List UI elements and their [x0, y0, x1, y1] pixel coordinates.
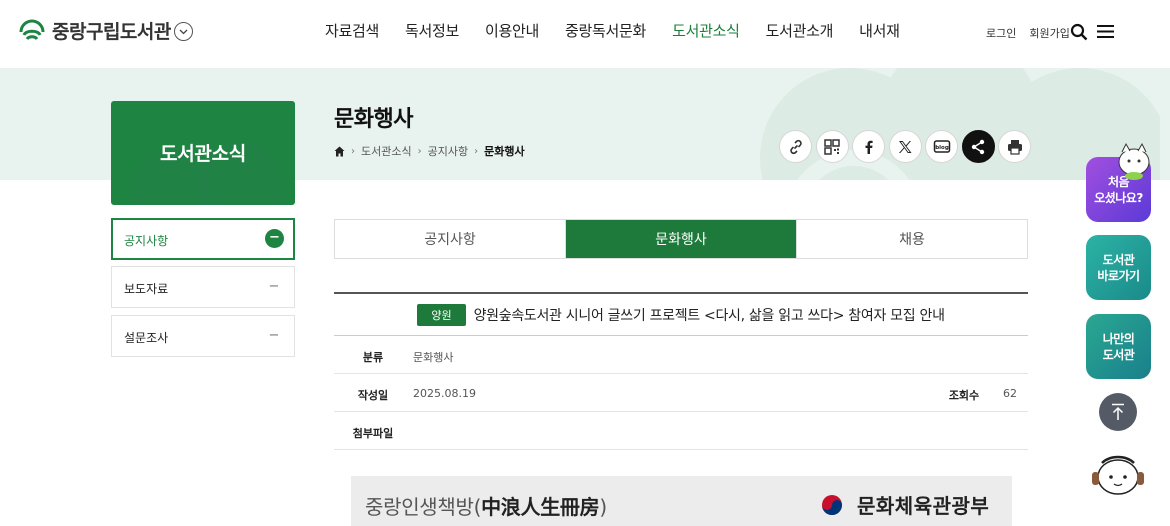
post-title: 양원숲속도서관 시니어 글쓰기 프로젝트 <다시, 삶을 읽고 쓰다> 참여자 …	[473, 307, 945, 324]
minus-icon: −	[268, 279, 280, 294]
sidebar-title: 도서관소식	[160, 143, 246, 165]
share-button[interactable]	[961, 130, 995, 163]
minus-icon: −	[265, 229, 284, 248]
library-shortcut-button[interactable]: 도서관 바로가기	[1086, 235, 1151, 300]
site-header: 중랑구립도서관 자료검색 독서정보 이용안내 중랑독서문화 도서관소식 도서관소…	[0, 0, 1170, 68]
library-shortcut-label: 도서관 바로가기	[1097, 252, 1140, 283]
minus-icon: −	[268, 328, 280, 343]
share-toolbar: blog	[779, 130, 1035, 163]
nav-item-my-library[interactable]: 내서재	[859, 20, 900, 41]
share-icon	[971, 139, 985, 154]
site-logo[interactable]: 중랑구립도서관	[18, 16, 171, 44]
arrow-up-icon	[1112, 403, 1124, 420]
sidebar-item-label: 보도자료	[124, 282, 169, 296]
attachment-label: 첨부파일	[352, 427, 394, 440]
sidebar-item-label: 설문조사	[124, 331, 169, 345]
search-icon[interactable]	[1070, 23, 1088, 41]
views-value: 62	[1003, 387, 1017, 400]
poster-title: 중랑인생책방(中浪人生冊房)	[365, 491, 607, 520]
post-meta-attachment: 첨부파일	[334, 412, 1028, 450]
chevron-down-icon	[179, 29, 188, 34]
qr-icon	[824, 138, 840, 155]
nav-item-guide[interactable]: 이용안내	[485, 20, 539, 41]
svg-text:blog: blog	[935, 145, 949, 151]
tab-notice[interactable]: 공지사항	[335, 220, 566, 258]
hamburger-menu-icon[interactable]	[1097, 24, 1114, 39]
breadcrumb-item[interactable]: 공지사항	[428, 143, 468, 159]
copy-link-button[interactable]	[779, 130, 812, 163]
content-tabs: 공지사항 문화행사 채용	[334, 219, 1028, 259]
post-detail: 양원 양원숲속도서관 시니어 글쓰기 프로젝트 <다시, 삶을 읽고 쓰다> 참…	[334, 292, 1028, 450]
sidebar-item-label: 공지사항	[124, 234, 169, 248]
post-meta-category: 분류 문화행사	[334, 336, 1028, 374]
facebook-icon	[865, 140, 873, 154]
ministry-name: 문화체육관광부	[857, 494, 990, 518]
library-logo-icon	[19, 19, 45, 41]
site-toggle-button[interactable]	[174, 22, 193, 41]
post-meta-date: 작성일 2025.08.19 조회수 62	[334, 374, 1028, 412]
nav-item-reading-culture[interactable]: 중랑독서문화	[565, 20, 646, 41]
print-button[interactable]	[998, 130, 1031, 163]
category-value: 문화행사	[413, 351, 454, 364]
link-icon	[789, 139, 802, 154]
logo-text: 중랑구립도서관	[52, 20, 171, 43]
print-icon	[1007, 139, 1022, 155]
page-title: 문화행사	[334, 107, 413, 132]
nav-item-about[interactable]: 도서관소개	[766, 20, 834, 41]
breadcrumb: › 도서관소식 › 공지사항 › 문화행사	[334, 143, 525, 159]
blog-icon: blog	[933, 139, 950, 153]
poster-title-suffix: )	[599, 495, 607, 519]
breadcrumb-item[interactable]: 도서관소식	[361, 143, 412, 159]
tab-culture-events[interactable]: 문화행사	[566, 220, 797, 258]
chatbot-icon[interactable]	[1090, 455, 1146, 501]
my-library-label: 나만의 도서관	[1102, 331, 1135, 362]
date-label: 작성일	[357, 389, 389, 402]
signup-link[interactable]: 회원가입	[1029, 25, 1069, 41]
event-poster-image: 중랑인생책방(中浪人生冊房) 문화체육관광부	[351, 476, 1012, 526]
category-label: 분류	[362, 351, 384, 364]
mascot-icon	[1118, 142, 1150, 180]
sidebar-item-notice[interactable]: 공지사항 −	[111, 218, 295, 260]
qr-code-button[interactable]	[815, 130, 849, 163]
nav-item-search[interactable]: 자료검색	[325, 20, 379, 41]
chevron-right-icon: ›	[474, 145, 479, 157]
sidebar-title-box: 도서관소식	[111, 101, 295, 205]
tab-recruitment[interactable]: 채용	[797, 220, 1027, 258]
date-value: 2025.08.19	[413, 387, 476, 400]
poster-title-prefix: 중랑인생책방(	[365, 495, 482, 519]
sidebar-item-press[interactable]: 보도자료 −	[111, 266, 295, 308]
home-icon[interactable]	[334, 146, 345, 157]
x-icon	[899, 140, 912, 153]
post-header: 양원 양원숲속도서관 시니어 글쓰기 프로젝트 <다시, 삶을 읽고 쓰다> 참…	[334, 292, 1028, 336]
blog-share-button[interactable]: blog	[925, 130, 958, 163]
scroll-top-button[interactable]	[1099, 393, 1137, 431]
poster-title-hanja: 中浪人生冊房	[481, 495, 600, 519]
login-link[interactable]: 로그인	[986, 25, 1016, 41]
main-nav: 자료검색 독서정보 이용안내 중랑독서문화 도서관소식 도서관소개 내서재	[312, 20, 913, 41]
branch-badge: 양원	[417, 303, 466, 326]
chevron-right-icon: ›	[351, 145, 355, 157]
nav-item-library-news[interactable]: 도서관소식	[672, 20, 740, 41]
my-library-button[interactable]: 나만의 도서관	[1086, 314, 1151, 379]
taegeuk-icon	[822, 494, 842, 515]
util-links: 로그인 회원가입	[973, 25, 1070, 41]
breadcrumb-current: 문화행사	[484, 145, 525, 158]
ministry-logo-group: 문화체육관광부	[821, 490, 989, 519]
chevron-right-icon: ›	[417, 145, 422, 157]
x-share-button[interactable]	[888, 130, 922, 163]
views-label: 조회수	[948, 389, 980, 402]
nav-item-reading-info[interactable]: 독서정보	[405, 20, 459, 41]
sidebar-item-survey[interactable]: 설문조사 −	[111, 315, 295, 357]
facebook-share-button[interactable]	[852, 130, 885, 163]
